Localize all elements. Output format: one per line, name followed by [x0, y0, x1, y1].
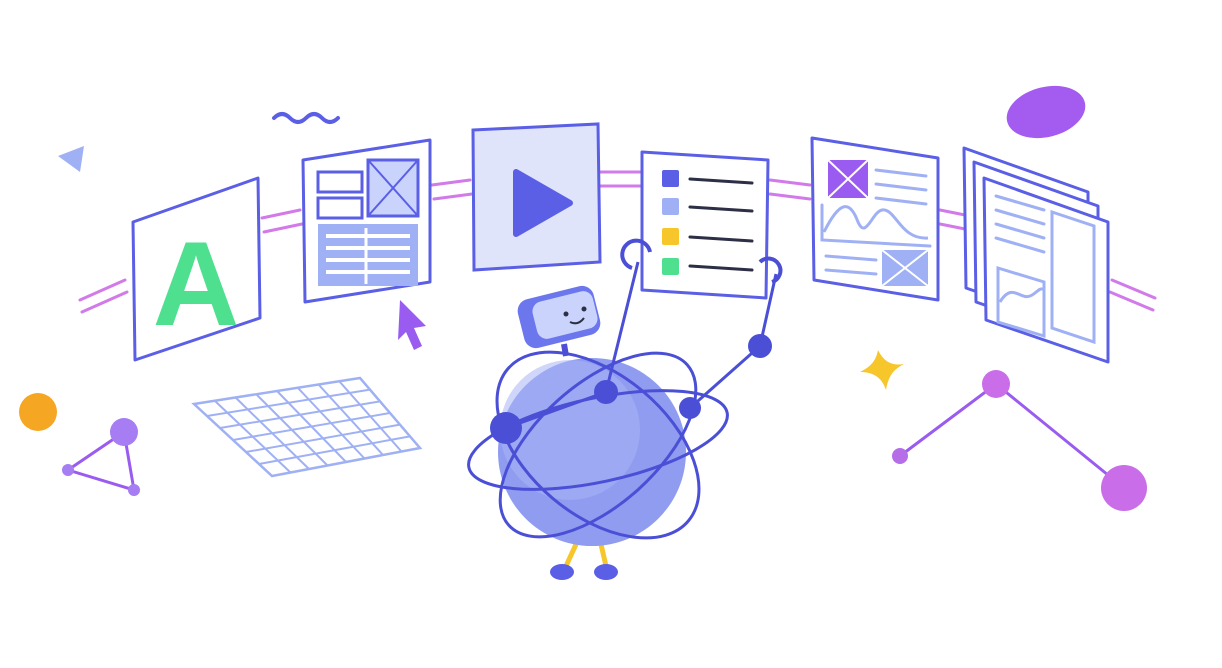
checklist-card-icon: [640, 150, 770, 300]
triangle-graph-icon: [62, 418, 140, 496]
stacked-pages-card-icon: [962, 146, 1110, 364]
sparkle-star-icon: [860, 350, 904, 390]
layout-card-icon: [301, 138, 432, 304]
triangle-shape-icon: [58, 146, 84, 172]
cursor-arrow-icon: [398, 300, 426, 350]
letter-a-card-icon: A: [131, 176, 262, 362]
node-graph-icon: [892, 370, 1147, 511]
grid-line: [206, 388, 371, 417]
article-card-icon: [810, 136, 940, 302]
grid-line: [258, 435, 411, 465]
grid-plane-icon: [191, 376, 423, 478]
wave-squiggle-icon: [272, 112, 340, 124]
oval-blob-icon: [1006, 85, 1086, 139]
video-play-card-icon: [471, 122, 602, 272]
orange-dot-icon: [19, 393, 57, 431]
letter-a: A: [153, 217, 240, 351]
illustration-canvas: A: [19, 85, 1157, 580]
